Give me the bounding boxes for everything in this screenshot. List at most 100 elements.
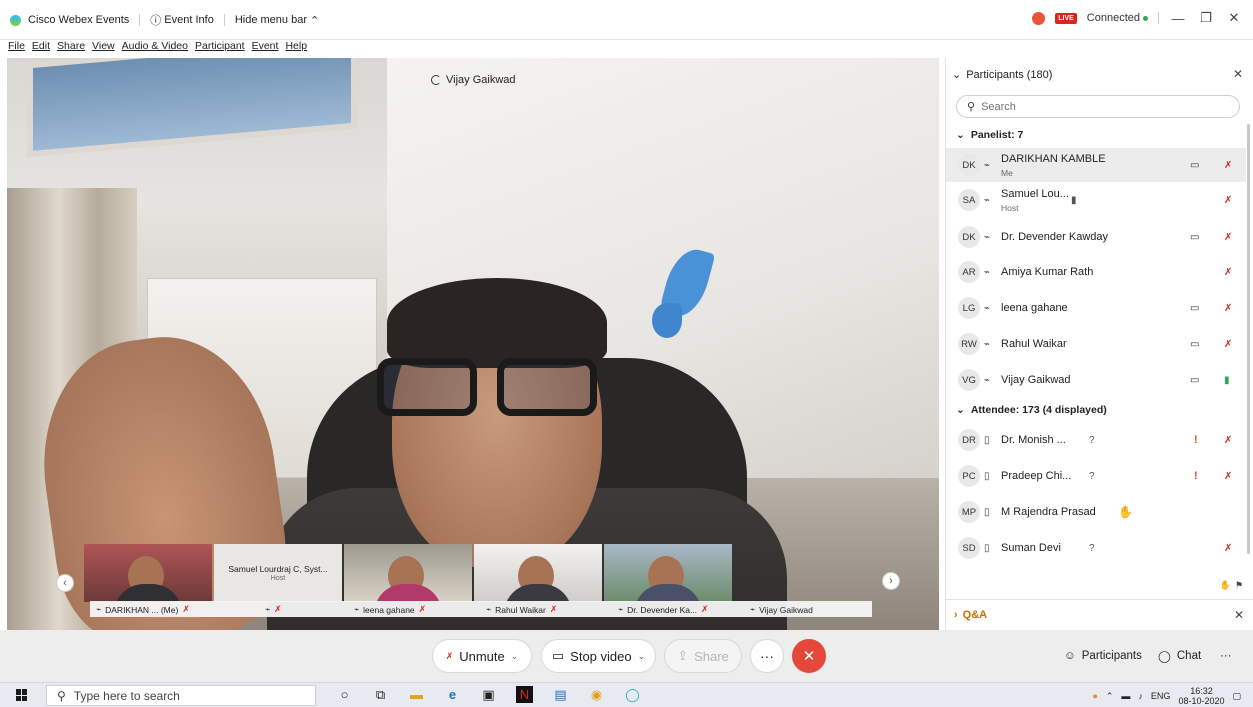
file-explorer-icon[interactable]: ▬ [408,686,425,703]
filmstrip-name-3: ⌁ leena gahane ✗ [354,604,426,615]
search-field[interactable] [981,100,1222,113]
video-camera-icon[interactable]: ▭ [1190,375,1199,386]
muted-mic-icon[interactable]: ✗ [1224,160,1232,171]
menu-help[interactable]: Help [285,40,307,52]
main-video[interactable]: Vijay Gaikwad Samuel Lourdraj C, Syst...… [7,58,939,630]
attendee-row[interactable]: MP ▯ M Rajendra Prasad ✋ [946,495,1246,529]
participant-row[interactable]: SA ⌁ Samuel Lou... Host ▮ ✗ [946,183,1246,217]
attendee-section-header[interactable]: ⌄ Attendee: 173 (4 displayed) [956,404,1107,416]
signal-icon: ▮ [1071,194,1077,206]
attendee-row[interactable]: DR ▯ Dr. Monish ... ? ! ✗ [946,423,1246,457]
recording-icon[interactable] [1032,11,1046,25]
leave-meeting-button[interactable]: ✕ [792,639,826,673]
cortana-icon[interactable]: ○ [336,686,353,703]
audio-icon: ⌁ [265,604,271,614]
video-camera-icon[interactable]: ▭ [1190,232,1199,243]
panelist-section-header[interactable]: ⌄ Panelist: 7 [956,129,1023,141]
muted-mic-icon[interactable]: ✗ [1224,303,1232,314]
menu-file[interactable]: File [8,40,25,52]
muted-mic-icon[interactable]: ✗ [1224,471,1232,482]
filmstrip-next-button[interactable]: › [882,572,900,590]
filmstrip-tile[interactable]: Samuel Lourdraj C, Syst... Host [214,544,342,602]
muted-mic-icon[interactable]: ✗ [1224,232,1232,243]
muted-mic-icon[interactable]: ✗ [1224,543,1232,554]
muted-mic-icon[interactable]: ✗ [1224,195,1232,206]
minimize-icon[interactable]: — [1169,11,1187,26]
qa-section-header[interactable]: › Q&A ✕ [946,599,1253,629]
netflix-icon[interactable]: N [516,686,533,703]
event-info-button[interactable]: ⓘ Event Info [150,12,214,28]
filmstrip-tile[interactable] [474,544,602,602]
attendee-row[interactable]: SD ▯ Suman Devi ? ✗ [946,531,1246,565]
network-icon[interactable]: ▬ [1121,691,1130,701]
chrome-icon[interactable]: ◉ [588,686,605,703]
mic-on-icon[interactable]: ▮ [1224,375,1230,386]
webex-taskbar-icon[interactable]: ◯ [624,686,641,703]
volume-icon[interactable]: ♪ [1138,691,1143,701]
muted-mic-icon[interactable]: ✗ [1224,435,1232,446]
menu-share[interactable]: Share [57,40,85,52]
menu-participant[interactable]: Participant [195,40,245,52]
filmstrip-prev-button[interactable]: ‹ [56,574,74,592]
taskbar-clock[interactable]: 16:32 08-10-2020 [1178,686,1224,706]
store-icon[interactable]: ▣ [480,686,497,703]
video-camera-icon[interactable]: ▭ [1190,160,1199,171]
participant-name: DARIKHAN KAMBLE [1001,153,1106,165]
close-qa-icon[interactable]: ✕ [1234,608,1244,622]
hide-menu-bar-button[interactable]: Hide menu bar ⌃ [235,14,319,27]
muted-mic-icon[interactable]: ✗ [1224,267,1232,278]
info-icon: ⓘ [150,15,162,27]
panel-scrollbar[interactable] [1247,124,1250,554]
menu-audio-video[interactable]: Audio & Video [122,40,188,52]
chat-button[interactable]: ◯ Chat [1150,639,1209,673]
windows-start-icon[interactable] [16,689,28,701]
share-icon: ⇪ [677,648,689,663]
reaction-icon[interactable]: ⚑ [1235,580,1243,591]
chevron-up-icon[interactable]: ⌃ [1106,691,1114,702]
participant-row[interactable]: DK ⌁ DARIKHAN KAMBLE Me ▭ ✗ [946,148,1246,182]
video-camera-icon[interactable]: ▭ [1190,339,1199,350]
search-input[interactable]: ⚲ [956,95,1240,118]
stop-video-button[interactable]: ▭ Stop video ⌄ [541,639,656,673]
audio-icon: ⌁ [354,604,360,614]
filmstrip-tile[interactable] [84,544,212,602]
participant-row[interactable]: AR ⌁ Amiya Kumar Rath ✗ [946,255,1246,289]
task-view-icon[interactable]: ⧉ [372,686,389,703]
avatar: AR [958,261,980,283]
restore-icon[interactable]: ❐ [1197,10,1215,26]
person-icon: ☺ [1064,650,1076,662]
close-panel-icon[interactable]: ✕ [1233,67,1243,81]
close-window-icon[interactable]: ✕ [1225,10,1243,26]
participant-row[interactable]: LG ⌁ leena gahane ▭ ✗ [946,291,1246,325]
panel-overflow-button[interactable]: ··· [1212,639,1240,673]
clock-time: 16:32 [1190,686,1213,696]
taskbar-search-input[interactable]: ⚲ Type here to search [46,685,316,706]
phone-icon: ▯ [984,470,990,482]
avatar: RW [958,333,980,355]
share-button[interactable]: ⇪ Share [664,639,742,673]
unmute-button[interactable]: ✗ Unmute ⌄ [432,639,532,673]
menu-view[interactable]: View [92,40,115,52]
notepad-icon[interactable]: ▤ [552,686,569,703]
participants-button[interactable]: ☺ Participants [1056,639,1150,673]
participants-header[interactable]: ⌄ Participants (180) [952,68,1052,82]
muted-mic-icon[interactable]: ✗ [1224,339,1232,350]
participant-row[interactable]: RW ⌁ Rahul Waikar ▭ ✗ [946,327,1246,361]
menu-event[interactable]: Event [252,40,279,52]
menu-edit[interactable]: Edit [32,40,50,52]
language-indicator[interactable]: ENG [1151,691,1171,701]
app-title: Cisco Webex Events [10,14,129,26]
title-row: Cisco Webex Events ⓘ Event Info Hide men… [10,12,319,28]
participant-row[interactable]: VG ⌁ Vijay Gaikwad ▭ ▮ [946,363,1246,397]
video-camera-icon[interactable]: ▭ [1190,303,1199,314]
participant-row[interactable]: DK ⌁ Dr. Devender Kawday ▭ ✗ [946,220,1246,254]
more-options-button[interactable]: ··· [750,639,784,673]
filmstrip-tile[interactable] [604,544,732,602]
notifications-icon[interactable]: ▢ [1232,691,1241,702]
avatar: SA [958,189,980,211]
attendee-row[interactable]: PC ▯ Pradeep Chi... ? ! ✗ [946,459,1246,493]
edge-icon[interactable]: e [444,686,461,703]
help-icon[interactable]: ● [1092,691,1097,701]
hand-icon[interactable]: ✋ [1220,580,1231,591]
filmstrip-tile[interactable] [344,544,472,602]
